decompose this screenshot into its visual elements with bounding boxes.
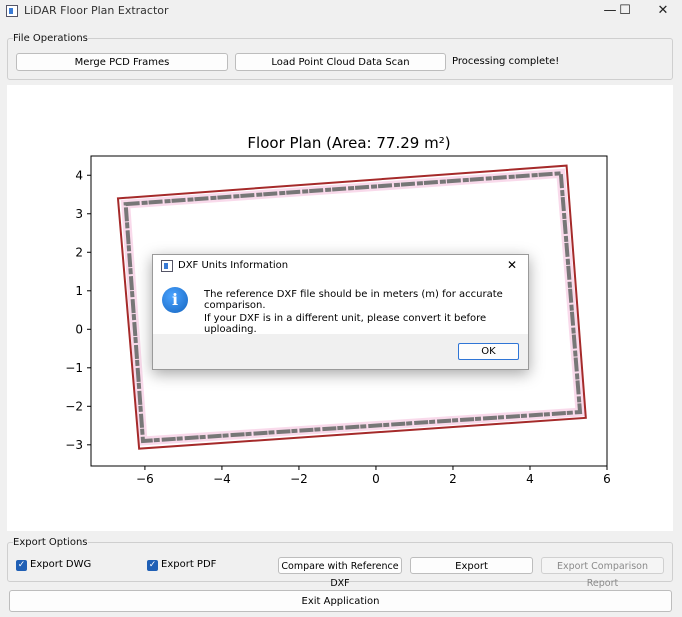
x-tick-label: −4 — [213, 472, 231, 486]
x-tick-label: 4 — [526, 472, 534, 486]
y-tick-label: −1 — [65, 361, 83, 375]
export-button[interactable]: Export — [410, 557, 533, 574]
exit-application-button[interactable]: Exit Application — [9, 590, 672, 612]
file-operations-label: File Operations — [13, 33, 88, 44]
export-dwg-checkbox[interactable]: ✓ — [16, 560, 27, 571]
x-tick-label: 0 — [372, 472, 380, 486]
merge-pcd-button[interactable]: Merge PCD Frames — [16, 53, 228, 71]
dxf-units-dialog: DXF Units Information ✕ i The reference … — [152, 254, 529, 370]
dialog-app-icon — [161, 260, 173, 272]
y-tick-label: 1 — [75, 284, 83, 298]
y-tick-label: 0 — [75, 322, 83, 336]
load-point-cloud-button[interactable]: Load Point Cloud Data Scan — [235, 53, 446, 71]
export-pdf-label: Export PDF — [161, 559, 217, 570]
title-bar: LiDAR Floor Plan Extractor — ☐ ✕ — [0, 0, 682, 24]
x-tick-label: 6 — [603, 472, 611, 486]
x-tick-label: 2 — [449, 472, 457, 486]
dialog-close-icon[interactable]: ✕ — [507, 258, 517, 272]
y-tick-label: 2 — [75, 245, 83, 259]
export-pdf-checkbox[interactable]: ✓ — [147, 560, 158, 571]
status-text: Processing complete! — [452, 56, 560, 67]
info-icon: i — [162, 287, 188, 313]
y-tick-label: −2 — [65, 399, 83, 413]
close-button[interactable]: ✕ — [646, 0, 680, 24]
y-tick-label: −3 — [65, 438, 83, 452]
dialog-body: i The reference DXF file should be in me… — [153, 277, 528, 335]
dialog-message-line1: The reference DXF file should be in mete… — [204, 289, 503, 311]
export-options-label: Export Options — [13, 537, 88, 548]
dialog-title-bar: DXF Units Information ✕ — [153, 255, 528, 277]
chart-title: Floor Plan (Area: 77.29 m²) — [247, 134, 450, 152]
dialog-message-line2: If your DXF is in a different unit, plea… — [204, 313, 487, 335]
y-tick-label: 3 — [75, 207, 83, 221]
x-tick-label: −6 — [136, 472, 154, 486]
maximize-button[interactable]: ☐ — [608, 0, 642, 24]
export-comparison-report-button[interactable]: Export Comparison Report — [541, 557, 664, 589]
export-dwg-label: Export DWG — [30, 559, 92, 570]
dialog-ok-button[interactable]: OK — [458, 343, 519, 360]
window-title: LiDAR Floor Plan Extractor — [24, 4, 169, 17]
x-tick-label: −2 — [290, 472, 308, 486]
dialog-title: DXF Units Information — [178, 260, 289, 271]
compare-reference-dxf-button[interactable]: Compare with Reference DXF — [278, 557, 402, 589]
y-tick-label: 4 — [75, 168, 83, 182]
app-icon — [6, 5, 18, 17]
